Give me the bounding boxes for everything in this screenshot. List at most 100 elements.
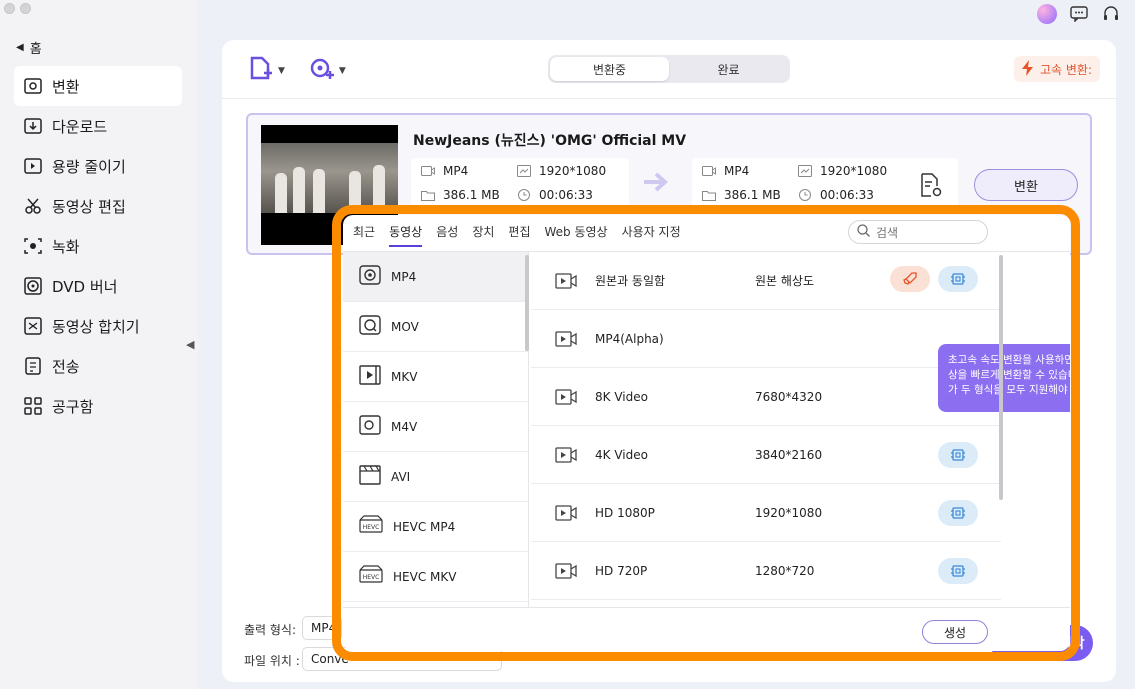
top-right-toolbar bbox=[1037, 4, 1121, 24]
format-item-mov[interactable]: MOV bbox=[343, 302, 528, 352]
search-input[interactable]: 검색 bbox=[848, 220, 988, 244]
format-item-mp4[interactable]: MP4 bbox=[343, 252, 528, 302]
format-popup: 최근 동영상 음성 장치 편집 Web 동영상 사용자 지정 검색 MP4 MO… bbox=[343, 215, 1070, 651]
high-speed-tooltip: 초고속 속도 변환을 사용하면 품질 저하 없이 두 형식 사이에서 동영상을 … bbox=[938, 344, 1070, 412]
sidebar-item-label: 용량 줄이기 bbox=[52, 157, 126, 176]
resolution-item[interactable]: 8K Video 7680*4320 bbox=[531, 368, 1001, 426]
resolution-icon bbox=[798, 165, 812, 177]
resolution-item[interactable]: MP4(Alpha) bbox=[531, 310, 1001, 368]
merge-icon bbox=[24, 317, 42, 335]
output-format-label: 출력 형식: bbox=[244, 623, 297, 637]
format-item-m4v[interactable]: M4V bbox=[343, 402, 528, 452]
thumbnail-figure bbox=[313, 169, 325, 213]
settings-icon[interactable] bbox=[920, 173, 944, 203]
format-item-mkv[interactable]: MKV bbox=[343, 352, 528, 402]
resolution-value: 3840*2160 bbox=[755, 447, 823, 462]
convert-button[interactable]: 변환 bbox=[974, 169, 1078, 201]
sidebar-item-merge[interactable]: 동영상 합치기 bbox=[14, 306, 182, 346]
home-label: 홈 bbox=[29, 42, 42, 57]
target-size-value: 386.1 MB bbox=[724, 188, 781, 202]
high-speed-button[interactable] bbox=[890, 266, 930, 292]
status-tabs: 변환중 완료 bbox=[548, 55, 790, 83]
resolution-item[interactable]: 원본과 동일함 원본 해상도 bbox=[531, 252, 1001, 310]
sidebar-item-label: 동영상 편집 bbox=[52, 197, 126, 216]
mp4-icon bbox=[359, 265, 381, 288]
tab-edit[interactable]: 편집 bbox=[508, 223, 530, 247]
sidebar-item-convert[interactable]: 변환 bbox=[14, 66, 182, 106]
compress-icon bbox=[24, 157, 42, 175]
format-label: HEVC MKV bbox=[393, 569, 457, 584]
chevron-down-icon: ▼ bbox=[278, 66, 285, 76]
resolution-value: 원본 해상도 bbox=[755, 274, 815, 288]
target-format-value: MP4 bbox=[724, 164, 750, 178]
tab-audio[interactable]: 음성 bbox=[436, 223, 458, 247]
sidebar-item-dvd[interactable]: DVD 버너 bbox=[14, 266, 182, 306]
convert-icon bbox=[24, 77, 42, 95]
sidebar-item-toolbox[interactable]: 공구함 bbox=[14, 386, 182, 426]
tab-converting[interactable]: 변환중 bbox=[550, 57, 669, 81]
resolution-icon bbox=[517, 165, 531, 177]
source-format-value: MP4 bbox=[443, 164, 469, 178]
resolution-name: 4K Video bbox=[595, 447, 648, 462]
create-button[interactable]: 생성 bbox=[922, 620, 988, 644]
resolution-item[interactable]: 4K Video 3840*2160 bbox=[531, 426, 1001, 484]
tab-device[interactable]: 장치 bbox=[472, 223, 494, 247]
download-icon bbox=[24, 117, 42, 135]
dvd-icon bbox=[24, 277, 42, 295]
hardware-accel-button[interactable] bbox=[938, 266, 978, 292]
clock-icon bbox=[518, 189, 530, 201]
video-file-icon bbox=[555, 446, 579, 463]
folder-icon bbox=[421, 191, 435, 201]
format-label: MP4 bbox=[391, 269, 417, 284]
video-icon bbox=[421, 166, 435, 176]
tab-completed[interactable]: 완료 bbox=[669, 57, 788, 81]
tab-recent[interactable]: 최근 bbox=[353, 223, 375, 247]
close-window-button[interactable] bbox=[4, 3, 15, 14]
rocket-icon bbox=[903, 272, 917, 285]
source-size-value: 386.1 MB bbox=[443, 188, 500, 202]
tab-custom[interactable]: 사용자 지정 bbox=[622, 223, 681, 247]
clock-icon bbox=[799, 189, 811, 201]
format-label: AVI bbox=[391, 469, 411, 484]
target-duration-value: 00:06:33 bbox=[820, 188, 874, 202]
format-label: MOV bbox=[391, 319, 419, 334]
target-resolution-value: 1920*1080 bbox=[820, 164, 888, 178]
add-file-icon bbox=[248, 56, 274, 86]
source-resolution: 1920*1080 bbox=[517, 164, 606, 178]
sidebar-item-transfer[interactable]: 전송 bbox=[14, 346, 182, 386]
format-item-hevc-mkv[interactable]: HEVC HEVC MKV bbox=[343, 552, 528, 602]
resolution-item[interactable]: HD 1080P 1920*1080 bbox=[531, 484, 1001, 542]
format-item-avi[interactable]: AVI bbox=[343, 452, 528, 502]
add-media-button[interactable]: ▼ bbox=[309, 56, 346, 86]
format-list-scrollbar[interactable] bbox=[525, 255, 529, 351]
avi-icon bbox=[359, 465, 381, 488]
sidebar-item-compress[interactable]: 용량 줄이기 bbox=[14, 146, 182, 186]
home-link[interactable]: ◀ 홈 bbox=[16, 38, 42, 57]
add-file-button[interactable]: ▼ bbox=[248, 56, 285, 86]
format-list: MP4 MOV MKV M4V AVI HEVC HEVC MP4 HEVC H… bbox=[343, 252, 529, 607]
add-toolbar: ▼ ▼ bbox=[248, 56, 346, 86]
avatar[interactable] bbox=[1037, 4, 1057, 24]
target-meta[interactable]: MP4 1920*1080 386.1 MB 00:06:33 bbox=[692, 158, 958, 208]
high-speed-label: 고속 변환: bbox=[1039, 62, 1092, 77]
hardware-accel-button[interactable] bbox=[938, 442, 978, 468]
tab-web-video[interactable]: Web 동영상 bbox=[545, 223, 608, 247]
format-item-hevc-mp4[interactable]: HEVC HEVC MP4 bbox=[343, 502, 528, 552]
chevron-left-icon: ◀ bbox=[16, 42, 24, 53]
resolution-list: 원본과 동일함 원본 해상도 MP4(Alpha) 8K Video 7680*… bbox=[531, 252, 1070, 607]
tab-video[interactable]: 동영상 bbox=[389, 223, 423, 247]
resolution-list-scrollbar[interactable] bbox=[999, 255, 1003, 500]
sidebar-item-download[interactable]: 다운로드 bbox=[14, 106, 182, 146]
hardware-accel-button[interactable] bbox=[938, 558, 978, 584]
headset-icon[interactable] bbox=[1101, 4, 1121, 24]
resolution-item[interactable]: HD 720P 1280*720 bbox=[531, 542, 1001, 600]
sidebar-item-edit[interactable]: 동영상 편집 bbox=[14, 186, 182, 226]
collapse-sidebar-icon[interactable]: ◀ bbox=[186, 338, 194, 351]
file-title[interactable]: NewJeans (뉴진스) 'OMG' Official MV bbox=[413, 130, 686, 150]
minimize-window-button[interactable] bbox=[20, 3, 31, 14]
message-icon[interactable] bbox=[1069, 4, 1089, 24]
sidebar-item-record[interactable]: 녹화 bbox=[14, 226, 182, 266]
thumbnail-figure bbox=[293, 167, 305, 213]
high-speed-toggle[interactable]: 고속 변환: bbox=[1013, 56, 1100, 82]
hardware-accel-button[interactable] bbox=[938, 500, 978, 526]
